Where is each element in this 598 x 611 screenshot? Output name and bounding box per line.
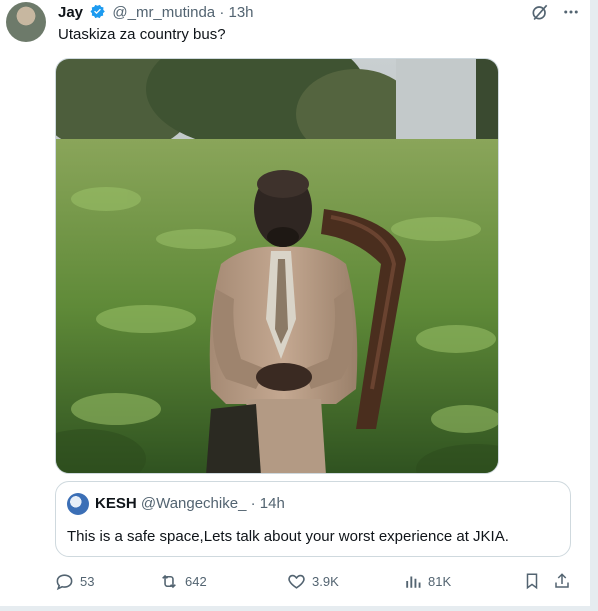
meta-separator: · <box>219 4 225 21</box>
reply-icon <box>55 572 74 591</box>
share-icon <box>553 572 571 590</box>
views-icon <box>404 572 422 590</box>
bookmark-button[interactable] <box>523 570 541 592</box>
share-button[interactable] <box>553 570 571 592</box>
reply-button[interactable]: 53 <box>55 570 94 592</box>
repost-icon <box>159 572 179 591</box>
quote-text: This is a safe space,Lets talk about you… <box>67 528 509 545</box>
bookmark-icon <box>523 572 541 590</box>
heart-icon <box>287 572 306 591</box>
quote-author-name[interactable]: KESH <box>95 495 137 512</box>
like-button[interactable]: 3.9K <box>287 570 339 592</box>
author-name[interactable]: Jay <box>58 4 83 21</box>
author-avatar[interactable] <box>6 2 46 42</box>
quote-header: KESH @Wangechike_ · 14h <box>95 495 285 513</box>
quoted-tweet[interactable]: KESH @Wangechike_ · 14h This is a safe s… <box>55 481 571 557</box>
like-count: 3.9K <box>312 573 339 589</box>
repost-count: 642 <box>185 573 207 589</box>
tweet-photo[interactable] <box>55 58 499 474</box>
tweet-text: Utaskiza za country bus? <box>58 26 226 43</box>
views-button[interactable]: 81K <box>404 570 451 592</box>
quote-author-handle[interactable]: @Wangechike_ <box>141 495 247 512</box>
tweet-time[interactable]: 13h <box>229 4 254 21</box>
tweet-header: Jay @_mr_mutinda · 13h <box>58 3 254 25</box>
tweet-card[interactable]: Jay @_mr_mutinda · 13h Utaskiza za count… <box>0 0 590 606</box>
quote-author-avatar[interactable] <box>67 493 89 515</box>
repost-button[interactable]: 642 <box>159 570 207 592</box>
author-handle[interactable]: @_mr_mutinda <box>112 4 215 21</box>
views-count: 81K <box>428 573 452 589</box>
tweet-actions: 53 642 3.9K 81K <box>55 570 577 592</box>
quote-time[interactable]: 14h <box>260 495 285 512</box>
reply-count: 53 <box>80 573 95 589</box>
verified-badge-icon <box>89 3 106 25</box>
grok-icon[interactable] <box>530 2 550 27</box>
quote-meta-separator: · <box>250 495 256 512</box>
more-icon[interactable] <box>562 3 580 26</box>
